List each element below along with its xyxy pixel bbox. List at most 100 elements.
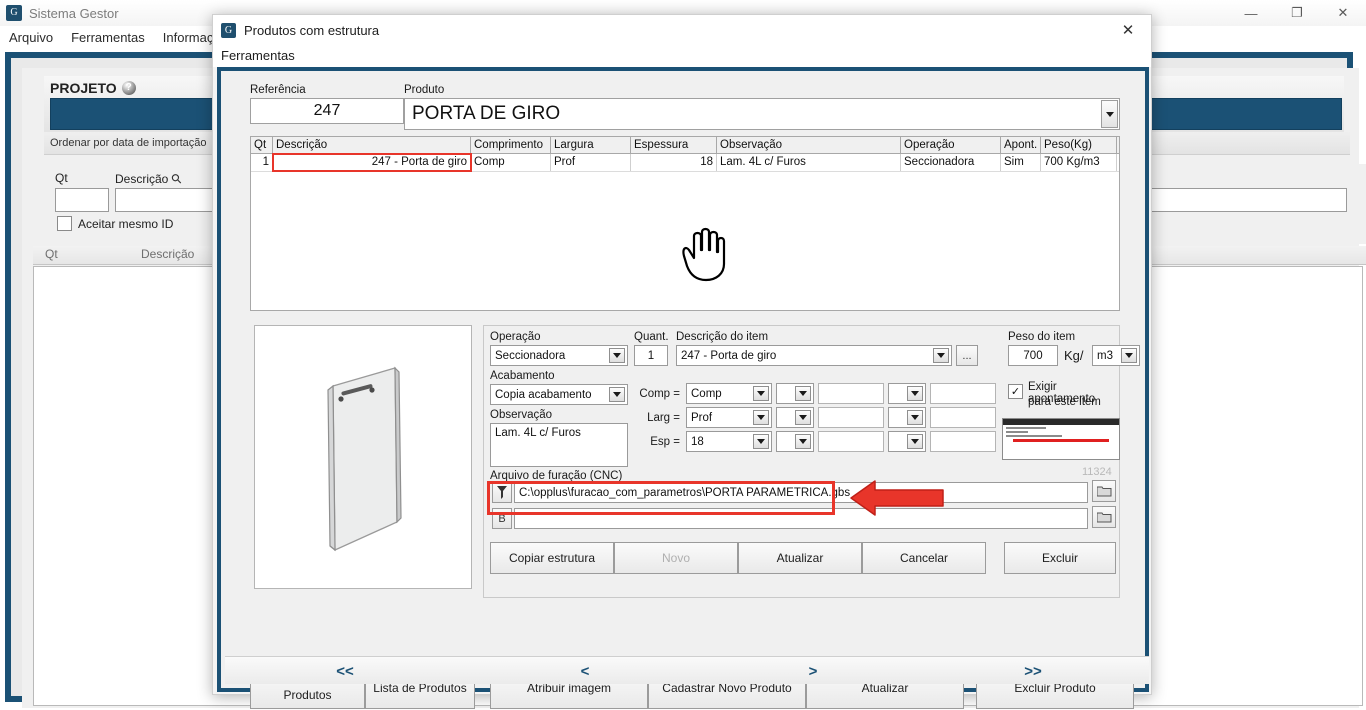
larg-combobox[interactable]: Prof [686, 407, 772, 428]
comp-label: Comp = [639, 388, 680, 400]
quant-input[interactable]: 1 [634, 345, 668, 366]
label-preview-thumbnail[interactable] [1002, 418, 1120, 460]
nav-next-button[interactable]: > [753, 657, 873, 685]
descricao-item-combobox[interactable]: 247 - Porta de giro [676, 345, 952, 366]
chevron-down-icon[interactable] [753, 386, 769, 401]
nav-first-button[interactable]: << [285, 657, 405, 685]
minimize-icon[interactable]: — [1228, 0, 1274, 26]
larg-value2-field[interactable] [930, 407, 996, 428]
esp-combobox[interactable]: 18 [686, 431, 772, 452]
th-largura: Largura [551, 137, 631, 153]
chevron-down-icon[interactable] [907, 386, 923, 401]
acabamento-combobox[interactable]: Copia acabamento [490, 384, 628, 405]
esp-value: 18 [691, 435, 704, 448]
produtos-com-estrutura-dialog: G Produtos com estrutura ✕ Ferramentas R… [212, 14, 1152, 709]
referencia-label: Referência [250, 84, 306, 96]
td-descricao[interactable]: 247 - Porta de giro [272, 153, 472, 172]
peso-item-label: Peso do item [1008, 331, 1076, 343]
atualizar-item-button[interactable]: Atualizar [738, 542, 862, 574]
cancelar-button[interactable]: Cancelar [862, 542, 986, 574]
aceitar-mesmo-id-row[interactable]: Aceitar mesmo ID [57, 216, 173, 231]
th-descricao: Descrição [273, 137, 471, 153]
chevron-down-icon[interactable] [795, 434, 811, 449]
th-peso: Peso(Kg) [1041, 137, 1117, 153]
esp-operator2-combobox[interactable] [888, 431, 926, 452]
app-icon: G [6, 5, 22, 21]
comp-value2-field[interactable] [930, 383, 996, 404]
aceitar-mesmo-id-label: Aceitar mesmo ID [78, 216, 174, 231]
hand-cursor-icon [682, 227, 726, 282]
window-controls: — ❐ ✕ [1228, 0, 1366, 26]
chevron-down-icon[interactable] [753, 410, 769, 425]
produto-combobox[interactable]: PORTA DE GIRO [404, 98, 1120, 130]
table-row[interactable]: 1 247 - Porta de giro Comp Prof 18 Lam. … [251, 153, 1119, 172]
maximize-icon[interactable]: ❐ [1274, 0, 1320, 26]
chevron-down-icon[interactable] [609, 348, 625, 363]
search-icon[interactable]: ⚲ [168, 170, 186, 188]
chevron-down-icon[interactable] [795, 410, 811, 425]
observacao-textarea[interactable]: Lam. 4L c/ Furos [490, 423, 628, 467]
nav-last-button[interactable]: >> [973, 657, 1093, 685]
td-qt: 1 [251, 154, 273, 171]
comp-operator2-combobox[interactable] [888, 383, 926, 404]
menu-item-ferramentas[interactable]: Ferramentas [62, 30, 154, 45]
comp-combobox[interactable]: Comp [686, 383, 772, 404]
peso-item-input[interactable]: 700 [1008, 345, 1058, 366]
nav-prev-button[interactable]: < [525, 657, 645, 685]
dialog-menu-item-ferramentas[interactable]: Ferramentas [213, 45, 1151, 67]
chevron-down-icon[interactable] [795, 386, 811, 401]
main-grid-header-descricao: Descrição [141, 247, 195, 261]
peso-unit-combobox[interactable]: m3 [1092, 345, 1140, 366]
folder-icon[interactable] [1092, 480, 1116, 502]
esp-value2-field[interactable] [930, 431, 996, 452]
peso-unit-prefix: Kg/ [1064, 348, 1084, 363]
produto-label: Produto [404, 84, 445, 96]
td-comprimento: Comp [471, 154, 551, 171]
larg-value-field[interactable] [818, 407, 884, 428]
td-observacao: Lam. 4L c/ Furos [717, 154, 901, 171]
chevron-down-icon[interactable] [907, 434, 923, 449]
referencia-input[interactable]: 247 [250, 98, 404, 124]
chevron-down-icon[interactable] [1121, 348, 1137, 363]
copiar-estrutura-button[interactable]: Copiar estrutura [490, 542, 614, 574]
aceitar-mesmo-id-checkbox[interactable] [57, 216, 72, 231]
th-operacao: Operação [901, 137, 1001, 153]
larg-operator2-combobox[interactable] [888, 407, 926, 428]
exigir-apontamento-checkbox[interactable]: ✓ [1008, 384, 1023, 399]
comp-value-field[interactable] [818, 383, 884, 404]
td-espessura: 18 [631, 154, 717, 171]
excluir-button[interactable]: Excluir [1004, 542, 1116, 574]
exigir-apontamento-label-2: para este item [1028, 396, 1101, 408]
help-icon[interactable]: ? [121, 81, 136, 95]
acabamento-label: Acabamento [490, 370, 555, 382]
chevron-down-icon[interactable] [1101, 100, 1118, 128]
esp-value-field[interactable] [818, 431, 884, 452]
peso-unit-value: m3 [1097, 349, 1113, 362]
operacao-combobox[interactable]: Seccionadora [490, 345, 628, 366]
filter-desc-label-row: Descrição ⚲ [115, 170, 185, 187]
folder-icon-2[interactable] [1092, 506, 1116, 528]
td-operacao: Seccionadora [901, 154, 1001, 171]
dialog-close-icon[interactable]: ✕ [1105, 15, 1151, 45]
filter-qt-input[interactable] [55, 188, 109, 212]
chevron-down-icon[interactable] [933, 348, 949, 363]
larg-operator-combobox[interactable] [776, 407, 814, 428]
item-detail-panel: Operação Seccionadora Quant. 1 Descrição… [483, 325, 1140, 598]
td-largura: Prof [551, 154, 631, 171]
chevron-down-icon[interactable] [907, 410, 923, 425]
chevron-down-icon[interactable] [753, 434, 769, 449]
main-window-title: Sistema Gestor [29, 5, 119, 21]
estrutura-table[interactable]: Qt Descrição Comprimento Largura Espessu… [250, 136, 1120, 311]
chevron-down-icon[interactable] [609, 387, 625, 402]
screen-root: G Sistema Gestor — ❐ ✕ Arquivo Ferrament… [0, 0, 1366, 710]
menu-item-arquivo[interactable]: Arquivo [0, 30, 62, 45]
descricao-item-browse-button[interactable]: ... [956, 345, 978, 366]
esp-operator-combobox[interactable] [776, 431, 814, 452]
dialog-titlebar: G Produtos com estrutura ✕ [213, 15, 1151, 45]
close-icon[interactable]: ✕ [1320, 0, 1366, 26]
main-grid-header-qt: Qt [45, 247, 58, 261]
th-apont: Apont. [1001, 137, 1041, 153]
projeto-label-row: PROJETO ? [50, 80, 136, 96]
th-qt: Qt [251, 137, 273, 153]
comp-operator-combobox[interactable] [776, 383, 814, 404]
